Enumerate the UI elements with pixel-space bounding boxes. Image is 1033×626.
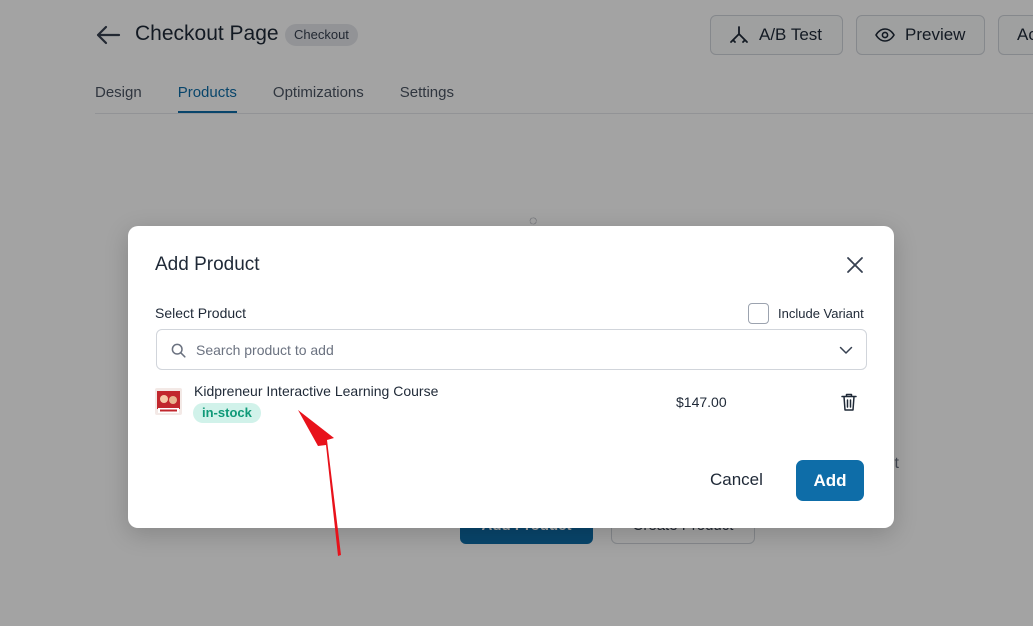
cancel-button[interactable]: Cancel (694, 460, 779, 500)
search-icon (171, 343, 186, 358)
stock-status-badge: in-stock (193, 403, 261, 423)
modal-title: Add Product (155, 254, 260, 275)
include-variant-checkbox[interactable] (748, 303, 769, 324)
add-button[interactable]: Add (796, 460, 864, 501)
select-product-label: Select Product (155, 305, 247, 321)
product-price: $147.00 (676, 394, 727, 410)
add-product-modal: Add Product Select Product Include Varia… (128, 226, 894, 528)
product-thumbnail (155, 388, 182, 415)
include-variant-label: Include Variant (778, 306, 864, 321)
chevron-down-icon[interactable] (839, 345, 853, 355)
product-search-select[interactable] (156, 329, 867, 370)
product-name: Kidpreneur Interactive Learning Course (194, 383, 439, 399)
include-variant-control: Include Variant (748, 303, 864, 324)
close-icon[interactable] (844, 254, 866, 276)
product-row: Kidpreneur Interactive Learning Course i… (155, 378, 867, 428)
search-input[interactable] (196, 339, 796, 361)
trash-icon[interactable] (840, 392, 858, 412)
